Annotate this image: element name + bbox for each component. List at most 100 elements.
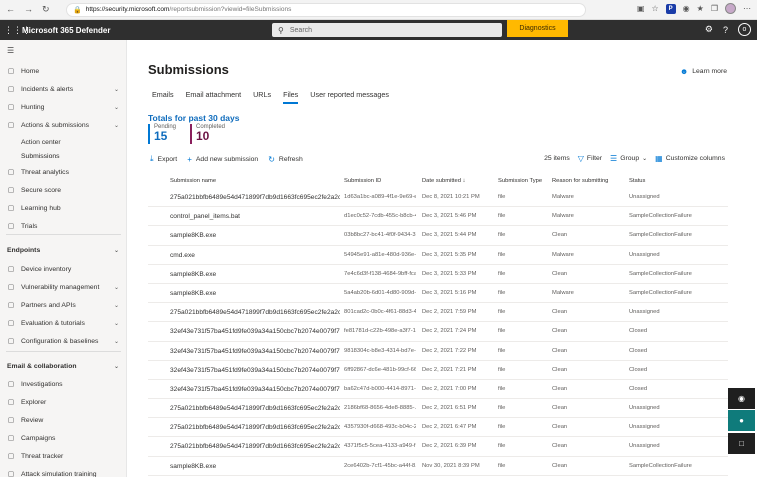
sidebar-item-partners-and-apis[interactable]: ▢ Partners and APIs ⌄ bbox=[0, 298, 127, 312]
sidebar-item-trials[interactable]: ▢ Trials bbox=[0, 219, 127, 233]
table-row[interactable]: 32ef43e731f57ba451fd9fe039a34a150cbc7b20… bbox=[148, 322, 728, 342]
gear-icon[interactable]: ⚙ bbox=[705, 24, 713, 35]
address-bar[interactable]: 🔒 https://security.microsoft.com/reports… bbox=[66, 2, 586, 17]
column-header-name[interactable]: Submission name bbox=[170, 178, 216, 184]
row-checkbox[interactable] bbox=[152, 271, 159, 278]
extension-p-icon[interactable]: P bbox=[665, 3, 676, 14]
sidebar-item-submissions[interactable]: Submissions bbox=[0, 149, 127, 163]
sidebar-item-secure-score[interactable]: ▢ Secure score bbox=[0, 183, 127, 197]
completed-kpi[interactable]: Completed 10 bbox=[190, 124, 225, 144]
sidebar-item-evaluation-tutorials[interactable]: ▢ Evaluation & tutorials ⌄ bbox=[0, 316, 127, 330]
help-icon[interactable]: ? bbox=[723, 25, 728, 35]
tab-user-reported-messages[interactable]: User reported messages bbox=[310, 90, 389, 103]
table-row[interactable]: cmd.exe 54945e91-a81e-480d-936e-... Dec 3,… bbox=[148, 246, 728, 265]
column-header-id[interactable]: Submission ID bbox=[344, 178, 381, 184]
table-row[interactable]: 32ef43e731f57ba451fd9fe039a34a150cbc7b20… bbox=[148, 342, 728, 361]
row-checkbox[interactable] bbox=[152, 463, 159, 470]
back-icon[interactable]: ← bbox=[6, 4, 15, 15]
hamburger-icon[interactable]: ☰ bbox=[7, 46, 14, 55]
chat-assist-button[interactable]: ◉ bbox=[728, 388, 755, 409]
cell-name[interactable]: 32ef43e731f57ba451fd9fe039a34a150cbc7b20… bbox=[170, 348, 340, 355]
more-icon[interactable]: ⋯ bbox=[743, 4, 751, 13]
table-row[interactable]: 275a021bbfb6489e54d471899f7db9d1663fc695… bbox=[148, 437, 728, 457]
cell-name[interactable]: 275a021bbfb6489e54d471899f7db9d1663fc695… bbox=[170, 194, 340, 201]
favorite-star-icon[interactable]: ☆ bbox=[652, 4, 659, 13]
diagnostics-button[interactable]: Diagnostics bbox=[507, 20, 568, 37]
browser-profile-avatar[interactable] bbox=[725, 3, 736, 14]
tab-urls[interactable]: URLs bbox=[253, 90, 271, 103]
sidebar-item-review[interactable]: ▢ Review bbox=[0, 413, 127, 427]
cell-name[interactable]: 275a021bbfb6489e54d471899f7db9d1663fc695… bbox=[170, 309, 340, 316]
sidebar-item-email-collaboration[interactable]: Email & collaboration ⌄ bbox=[0, 359, 127, 373]
column-header-date[interactable]: Date submitted ↓ bbox=[422, 178, 466, 184]
feedback-button[interactable]: □ bbox=[728, 433, 755, 454]
search-input[interactable]: ⚲ Search bbox=[272, 23, 502, 37]
row-checkbox[interactable] bbox=[152, 386, 159, 393]
table-row[interactable]: 275a021bbfb6489e54d471899f7db9d1663fc695… bbox=[148, 188, 728, 208]
row-checkbox[interactable] bbox=[152, 328, 159, 335]
tab-emails[interactable]: Emails bbox=[152, 90, 174, 103]
table-row[interactable]: sample8KB.exe 2ce6402b-7cf1-45bc-a44f-8..… bbox=[148, 457, 728, 476]
cell-name[interactable]: cmd.exe bbox=[170, 252, 340, 259]
table-row[interactable]: 275a021bbfb6489e54d471899f7db9d1663fc695… bbox=[148, 399, 728, 419]
sidebar-item-vulnerability-management[interactable]: ▢ Vulnerability management ⌄ bbox=[0, 280, 127, 294]
tab-files[interactable]: Files bbox=[283, 90, 299, 104]
table-row[interactable]: control_panel_items.bat d1ec0c52-7cdb-455… bbox=[148, 207, 728, 227]
table-row[interactable]: sample8KB.exe 03b8bc27-bc41-4f0f-9434-3..… bbox=[148, 226, 728, 246]
cell-name[interactable]: sample8KB.exe bbox=[170, 271, 340, 278]
export-button[interactable]: ⤓ Export bbox=[150, 154, 177, 164]
table-row[interactable]: sample8KB.exe 5a4ab20b-6d01-4d80-909d-...… bbox=[148, 284, 728, 304]
cell-name[interactable]: 32ef43e731f57ba451fd9fe039a34a150cbc7b20… bbox=[170, 367, 340, 374]
group-button[interactable]: ☰ Group ⌄ bbox=[610, 154, 647, 163]
avatar[interactable]: o bbox=[738, 23, 751, 36]
sidebar-item-incidents-alerts[interactable]: ▢ Incidents & alerts ⌄ bbox=[0, 82, 127, 96]
row-checkbox[interactable] bbox=[152, 232, 159, 239]
pending-kpi[interactable]: Pending 15 bbox=[148, 124, 176, 144]
cell-name[interactable]: 275a021bbfb6489e54d471899f7db9d1663fc695… bbox=[170, 443, 340, 450]
sidebar-item-threat-tracker[interactable]: ▢ Threat tracker bbox=[0, 449, 127, 463]
learn-more-link[interactable]: ☻ Learn more bbox=[680, 67, 727, 76]
extension-icon[interactable]: ◉ bbox=[683, 4, 690, 13]
forward-icon[interactable]: → bbox=[24, 4, 33, 15]
sidebar-item-attack-simulation-training[interactable]: ▢ Attack simulation training bbox=[0, 467, 127, 477]
sidebar-item-campaigns[interactable]: ▢ Campaigns bbox=[0, 431, 127, 445]
row-checkbox[interactable] bbox=[152, 290, 159, 297]
sidebar-item-configuration-baselines[interactable]: ▢ Configuration & baselines ⌄ bbox=[0, 334, 127, 348]
row-checkbox[interactable] bbox=[152, 367, 159, 374]
collections-icon[interactable]: ❐ bbox=[711, 4, 718, 13]
table-row[interactable]: sample8KB.exe 7e4c6d3f-f138-4684-9bff-fca… bbox=[148, 265, 728, 284]
reload-icon[interactable]: ↻ bbox=[42, 4, 50, 15]
table-row[interactable]: 275a021bbfb6489e54d471899f7db9d1663fc695… bbox=[148, 303, 728, 323]
row-checkbox[interactable] bbox=[152, 213, 159, 220]
reader-icon[interactable]: ▣ bbox=[637, 4, 645, 13]
table-row[interactable]: 32ef43e731f57ba451fd9fe039a34a150cbc7b20… bbox=[148, 380, 728, 400]
cell-name[interactable]: 275a021bbfb6489e54d471899f7db9d1663fc695… bbox=[170, 405, 340, 412]
row-checkbox[interactable] bbox=[152, 443, 159, 450]
help-assist-button[interactable]: ● bbox=[728, 410, 755, 431]
sidebar-item-device-inventory[interactable]: ▢ Device inventory bbox=[0, 262, 127, 276]
row-checkbox[interactable] bbox=[152, 309, 159, 316]
row-checkbox[interactable] bbox=[152, 194, 159, 201]
favorites-icon[interactable]: ★ bbox=[697, 4, 704, 13]
column-header-status[interactable]: Status bbox=[629, 178, 645, 184]
sidebar-item-hunting[interactable]: ▢ Hunting ⌄ bbox=[0, 100, 127, 114]
row-checkbox[interactable] bbox=[152, 424, 159, 431]
cell-name[interactable]: sample8KB.exe bbox=[170, 463, 340, 470]
table-row[interactable]: 32ef43e731f57ba451fd9fe039a34a150cbc7b20… bbox=[148, 361, 728, 380]
sidebar-item-explorer[interactable]: ▢ Explorer bbox=[0, 395, 127, 409]
app-launcher-icon[interactable]: ⋮⋮⋮ bbox=[4, 25, 31, 36]
sidebar-item-investigations[interactable]: ▢ Investigations bbox=[0, 377, 127, 391]
sidebar-item-actions-submissions[interactable]: ▢ Actions & submissions ⌄ bbox=[0, 118, 127, 132]
customize-columns-button[interactable]: ▦ Customize columns bbox=[655, 154, 725, 163]
cell-name[interactable]: sample8KB.exe bbox=[170, 232, 340, 239]
tab-email-attachment[interactable]: Email attachment bbox=[186, 90, 242, 103]
cell-name[interactable]: 32ef43e731f57ba451fd9fe039a34a150cbc7b20… bbox=[170, 328, 340, 335]
row-checkbox[interactable] bbox=[152, 405, 159, 412]
sidebar-item-threat-analytics[interactable]: ▢ Threat analytics bbox=[0, 165, 127, 179]
table-row[interactable]: 275a021bbfb6489e54d471899f7db9d1663fc695… bbox=[148, 418, 728, 438]
column-header-reason[interactable]: Reason for submitting bbox=[552, 178, 608, 184]
refresh-button[interactable]: ↻ Refresh bbox=[268, 155, 303, 164]
cell-name[interactable]: 32ef43e731f57ba451fd9fe039a34a150cbc7b20… bbox=[170, 386, 340, 393]
row-checkbox[interactable] bbox=[152, 348, 159, 355]
sidebar-item-home[interactable]: ▢ Home bbox=[0, 64, 127, 78]
